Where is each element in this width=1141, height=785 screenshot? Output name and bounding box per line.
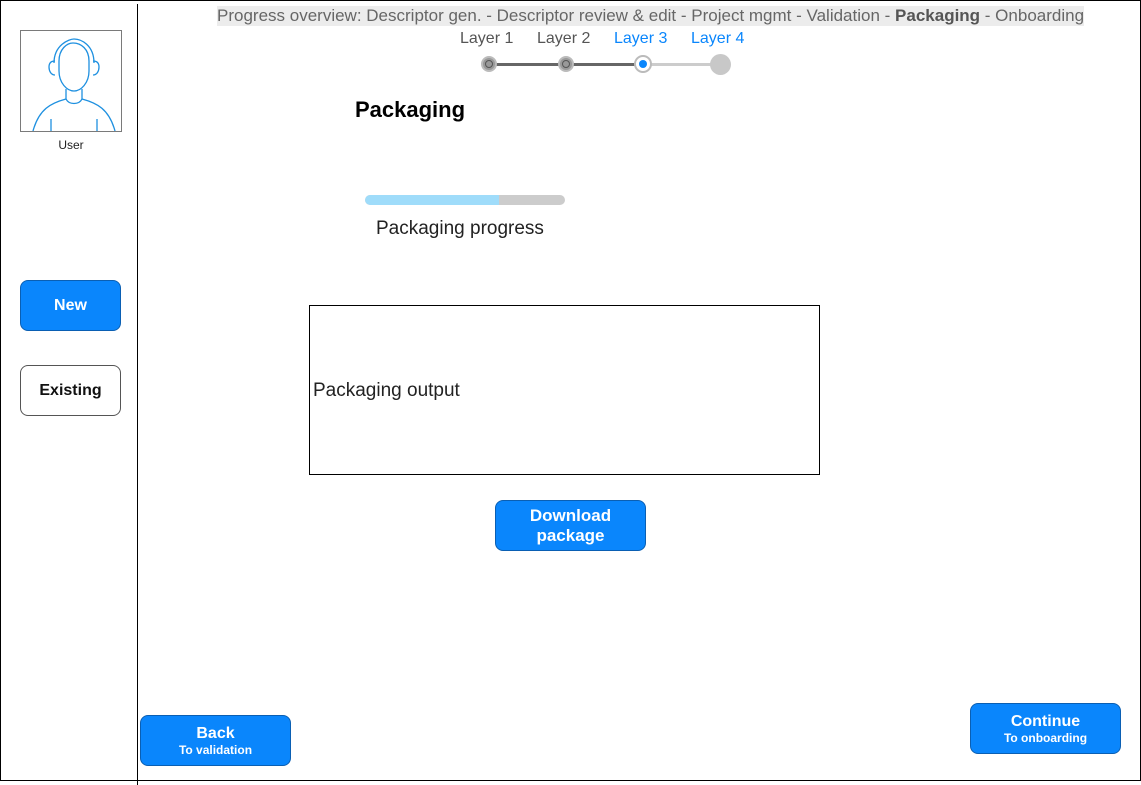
page-title: Packaging [355, 97, 466, 122]
back-button-label: Back [196, 724, 235, 742]
download-button-line2: package [536, 525, 605, 545]
layer-1-step-node[interactable] [481, 56, 497, 72]
avatar-label: User [58, 138, 84, 152]
packaging-progress-fill [365, 195, 499, 205]
download-button-line1: Download [529, 505, 612, 525]
continue-button-sub: To onboarding [1003, 730, 1088, 745]
layer-4-step-node[interactable] [710, 54, 731, 75]
packaging-output-text: Packaging output [313, 380, 460, 401]
continue-button[interactable]: Continue To onboarding [970, 703, 1121, 754]
download-package-button[interactable]: Download package [495, 500, 646, 551]
avatar[interactable] [20, 30, 122, 132]
existing-button-label: Existing [39, 381, 102, 399]
progress-overview-current: Packaging [895, 6, 981, 25]
new-button[interactable]: New [20, 280, 121, 331]
continue-button-label: Continue [1010, 712, 1081, 730]
back-button-sub: To validation [178, 742, 253, 757]
layer-3-label[interactable]: Layer 3 [614, 30, 667, 48]
layer-3-step-node[interactable] [634, 55, 652, 73]
packaging-progress-label: Packaging progress [376, 218, 544, 239]
back-button[interactable]: Back To validation [140, 715, 291, 766]
stepper-track-remaining [643, 63, 720, 66]
sidebar-divider [137, 4, 138, 785]
packaging-progress-bar [365, 195, 565, 205]
layer-2-label[interactable]: Layer 2 [537, 30, 590, 48]
layer-4-label[interactable]: Layer 4 [691, 30, 744, 48]
layer-2-step-node[interactable] [558, 56, 574, 72]
new-button-label: New [54, 296, 87, 314]
layer-1-label[interactable]: Layer 1 [460, 30, 513, 48]
user-avatar-icon [32, 38, 116, 131]
progress-overview-prefix: Progress overview: Descriptor gen. - Des… [217, 6, 896, 25]
progress-overview-suffix: - Onboarding [980, 6, 1085, 25]
existing-button[interactable]: Existing [20, 365, 121, 416]
packaging-output-panel: Packaging output [309, 305, 820, 475]
progress-overview-breadcrumb: Progress overview: Descriptor gen. - Des… [217, 6, 1084, 26]
